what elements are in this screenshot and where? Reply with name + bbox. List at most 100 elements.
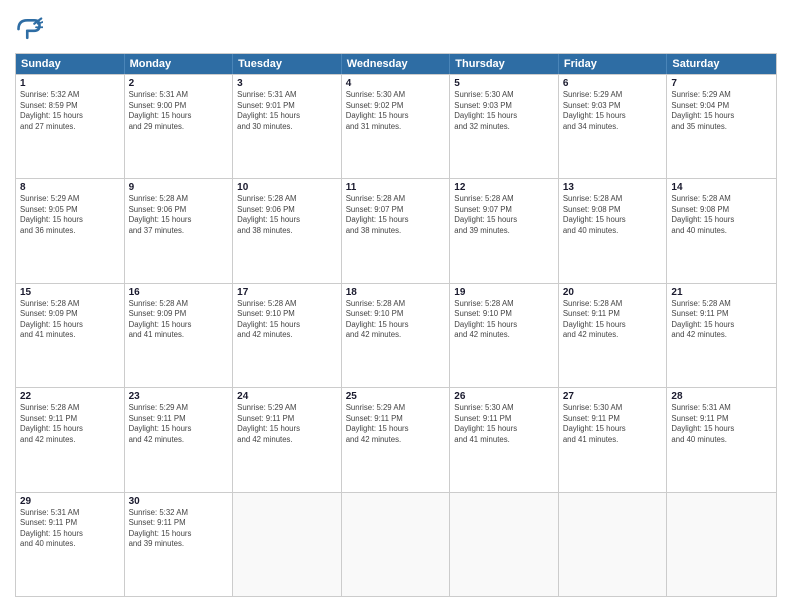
calendar-cell: 6Sunrise: 5:29 AM Sunset: 9:03 PM Daylig…: [559, 75, 668, 178]
calendar-cell: [450, 493, 559, 596]
day-number: 17: [237, 287, 337, 298]
header-day-friday: Friday: [559, 54, 668, 74]
calendar-cell: 20Sunrise: 5:28 AM Sunset: 9:11 PM Dayli…: [559, 284, 668, 387]
day-number: 3: [237, 78, 337, 89]
calendar-cell: 9Sunrise: 5:28 AM Sunset: 9:06 PM Daylig…: [125, 179, 234, 282]
calendar-cell: 25Sunrise: 5:29 AM Sunset: 9:11 PM Dayli…: [342, 388, 451, 491]
day-info: Sunrise: 5:32 AM Sunset: 8:59 PM Dayligh…: [20, 90, 120, 132]
day-info: Sunrise: 5:31 AM Sunset: 9:11 PM Dayligh…: [20, 508, 120, 550]
calendar-row: 8Sunrise: 5:29 AM Sunset: 9:05 PM Daylig…: [16, 178, 776, 282]
calendar-row: 15 Sunrise: 5:28 AM Sunset: 9:09 PM Dayli…: [16, 283, 776, 387]
calendar-cell: 23Sunrise: 5:29 AM Sunset: 9:11 PM Dayli…: [125, 388, 234, 491]
calendar-cell: 10Sunrise: 5:28 AM Sunset: 9:06 PM Dayli…: [233, 179, 342, 282]
day-number: 1: [20, 78, 120, 89]
day-info: Sunrise: 5:29 AM Sunset: 9:05 PM Dayligh…: [20, 194, 120, 236]
day-info: Sunrise: 5:28 AM Sunset: 9:08 PM Dayligh…: [671, 194, 772, 236]
day-info: Sunrise: 5:28 AM Sunset: 9:06 PM Dayligh…: [237, 194, 337, 236]
day-info: Sunrise: 5:28 AM Sunset: 9:10 PM Dayligh…: [237, 299, 337, 341]
day-info: Sunrise: 5:28 AM Sunset: 9:06 PM Dayligh…: [129, 194, 229, 236]
day-number: 25: [346, 391, 446, 402]
calendar-cell: 2Sunrise: 5:31 AM Sunset: 9:00 PM Daylig…: [125, 75, 234, 178]
day-info: Sunrise: 5:29 AM Sunset: 9:03 PM Dayligh…: [563, 90, 663, 132]
day-info: Sunrise: 5:30 AM Sunset: 9:11 PM Dayligh…: [454, 403, 554, 445]
day-info: Sunrise: 5:28 AM Sunset: 9:10 PM Dayligh…: [346, 299, 446, 341]
day-number: 19: [454, 287, 554, 298]
header-day-wednesday: Wednesday: [342, 54, 451, 74]
calendar-cell: 13Sunrise: 5:28 AM Sunset: 9:08 PM Dayli…: [559, 179, 668, 282]
day-info: Sunrise: 5:30 AM Sunset: 9:11 PM Dayligh…: [563, 403, 663, 445]
calendar-cell: [342, 493, 451, 596]
day-info: Sunrise: 5:29 AM Sunset: 9:11 PM Dayligh…: [237, 403, 337, 445]
day-info: Sunrise: 5:31 AM Sunset: 9:00 PM Dayligh…: [129, 90, 229, 132]
calendar-row: 29Sunrise: 5:31 AM Sunset: 9:11 PM Dayli…: [16, 492, 776, 596]
day-number: 4: [346, 78, 446, 89]
day-number: 29: [20, 496, 120, 507]
day-info: Sunrise: 5:28 AM Sunset: 9:08 PM Dayligh…: [563, 194, 663, 236]
header-day-sunday: Sunday: [16, 54, 125, 74]
calendar-cell: 3Sunrise: 5:31 AM Sunset: 9:01 PM Daylig…: [233, 75, 342, 178]
day-number: 10: [237, 182, 337, 193]
calendar-cell: 29Sunrise: 5:31 AM Sunset: 9:11 PM Dayli…: [16, 493, 125, 596]
calendar-cell: 11Sunrise: 5:28 AM Sunset: 9:07 PM Dayli…: [342, 179, 451, 282]
day-info: Sunrise: 5:32 AM Sunset: 9:11 PM Dayligh…: [129, 508, 229, 550]
calendar-cell: 16Sunrise: 5:28 AM Sunset: 9:09 PM Dayli…: [125, 284, 234, 387]
day-info: Sunrise: 5:28 AM Sunset: 9:07 PM Dayligh…: [346, 194, 446, 236]
header: [15, 15, 777, 43]
day-number: 5: [454, 78, 554, 89]
calendar-cell: 15Sunrise: 5:28 AM Sunset: 9:09 PM Dayli…: [16, 284, 125, 387]
day-info: Sunrise: 5:28 AM Sunset: 9:07 PM Dayligh…: [454, 194, 554, 236]
calendar-cell: 18Sunrise: 5:28 AM Sunset: 9:10 PM Dayli…: [342, 284, 451, 387]
day-number: 9: [129, 182, 229, 193]
calendar-cell: 26Sunrise: 5:30 AM Sunset: 9:11 PM Dayli…: [450, 388, 559, 491]
logo: [15, 15, 47, 43]
day-number: 16: [129, 287, 229, 298]
day-number: 6: [563, 78, 663, 89]
calendar-cell: 21Sunrise: 5:28 AM Sunset: 9:11 PM Dayli…: [667, 284, 776, 387]
header-day-thursday: Thursday: [450, 54, 559, 74]
day-number: 8: [20, 182, 120, 193]
calendar-cell: 28Sunrise: 5:31 AM Sunset: 9:11 PM Dayli…: [667, 388, 776, 491]
calendar-row: 1Sunrise: 5:32 AM Sunset: 8:59 PM Daylig…: [16, 74, 776, 178]
header-day-tuesday: Tuesday: [233, 54, 342, 74]
day-info: Sunrise: 5:31 AM Sunset: 9:11 PM Dayligh…: [671, 403, 772, 445]
header-day-saturday: Saturday: [667, 54, 776, 74]
day-info: Sunrise: 5:28 AM Sunset: 9:11 PM Dayligh…: [563, 299, 663, 341]
day-info: Sunrise: 5:30 AM Sunset: 9:02 PM Dayligh…: [346, 90, 446, 132]
calendar-row: 22Sunrise: 5:28 AM Sunset: 9:11 PM Dayli…: [16, 387, 776, 491]
calendar-cell: 8Sunrise: 5:29 AM Sunset: 9:05 PM Daylig…: [16, 179, 125, 282]
calendar-cell: [559, 493, 668, 596]
day-number: 12: [454, 182, 554, 193]
calendar-cell: 12Sunrise: 5:28 AM Sunset: 9:07 PM Dayli…: [450, 179, 559, 282]
day-number: 21: [671, 287, 772, 298]
day-number: 18: [346, 287, 446, 298]
day-number: 27: [563, 391, 663, 402]
day-number: 15: [20, 287, 120, 298]
page: SundayMondayTuesdayWednesdayThursdayFrid…: [0, 0, 792, 612]
day-number: 20: [563, 287, 663, 298]
calendar-cell: [233, 493, 342, 596]
day-number: 24: [237, 391, 337, 402]
logo-icon: [15, 15, 43, 43]
day-info: Sunrise: 5:28 AM Sunset: 9:10 PM Dayligh…: [454, 299, 554, 341]
day-info: Sunrise: 5:29 AM Sunset: 9:04 PM Dayligh…: [671, 90, 772, 132]
day-number: 7: [671, 78, 772, 89]
header-day-monday: Monday: [125, 54, 234, 74]
calendar-cell: [667, 493, 776, 596]
day-number: 14: [671, 182, 772, 193]
day-info: Sunrise: 5:28 AM Sunset: 9:09 PM Dayligh…: [129, 299, 229, 341]
calendar-cell: 4Sunrise: 5:30 AM Sunset: 9:02 PM Daylig…: [342, 75, 451, 178]
day-number: 28: [671, 391, 772, 402]
calendar-body: 1Sunrise: 5:32 AM Sunset: 8:59 PM Daylig…: [16, 74, 776, 596]
day-info: Sunrise: 5:28 AM Sunset: 9:11 PM Dayligh…: [671, 299, 772, 341]
calendar-cell: 17Sunrise: 5:28 AM Sunset: 9:10 PM Dayli…: [233, 284, 342, 387]
day-info: Sunrise: 5:31 AM Sunset: 9:01 PM Dayligh…: [237, 90, 337, 132]
day-info: Sunrise: 5:29 AM Sunset: 9:11 PM Dayligh…: [129, 403, 229, 445]
day-number: 11: [346, 182, 446, 193]
calendar-cell: 5Sunrise: 5:30 AM Sunset: 9:03 PM Daylig…: [450, 75, 559, 178]
day-info: Sunrise: 5:29 AM Sunset: 9:11 PM Dayligh…: [346, 403, 446, 445]
calendar-cell: 22Sunrise: 5:28 AM Sunset: 9:11 PM Dayli…: [16, 388, 125, 491]
calendar-cell: 24Sunrise: 5:29 AM Sunset: 9:11 PM Dayli…: [233, 388, 342, 491]
day-info: Sunrise: 5:28 AM Sunset: 9:11 PM Dayligh…: [20, 403, 120, 445]
day-number: 26: [454, 391, 554, 402]
calendar-cell: 14Sunrise: 5:28 AM Sunset: 9:08 PM Dayli…: [667, 179, 776, 282]
